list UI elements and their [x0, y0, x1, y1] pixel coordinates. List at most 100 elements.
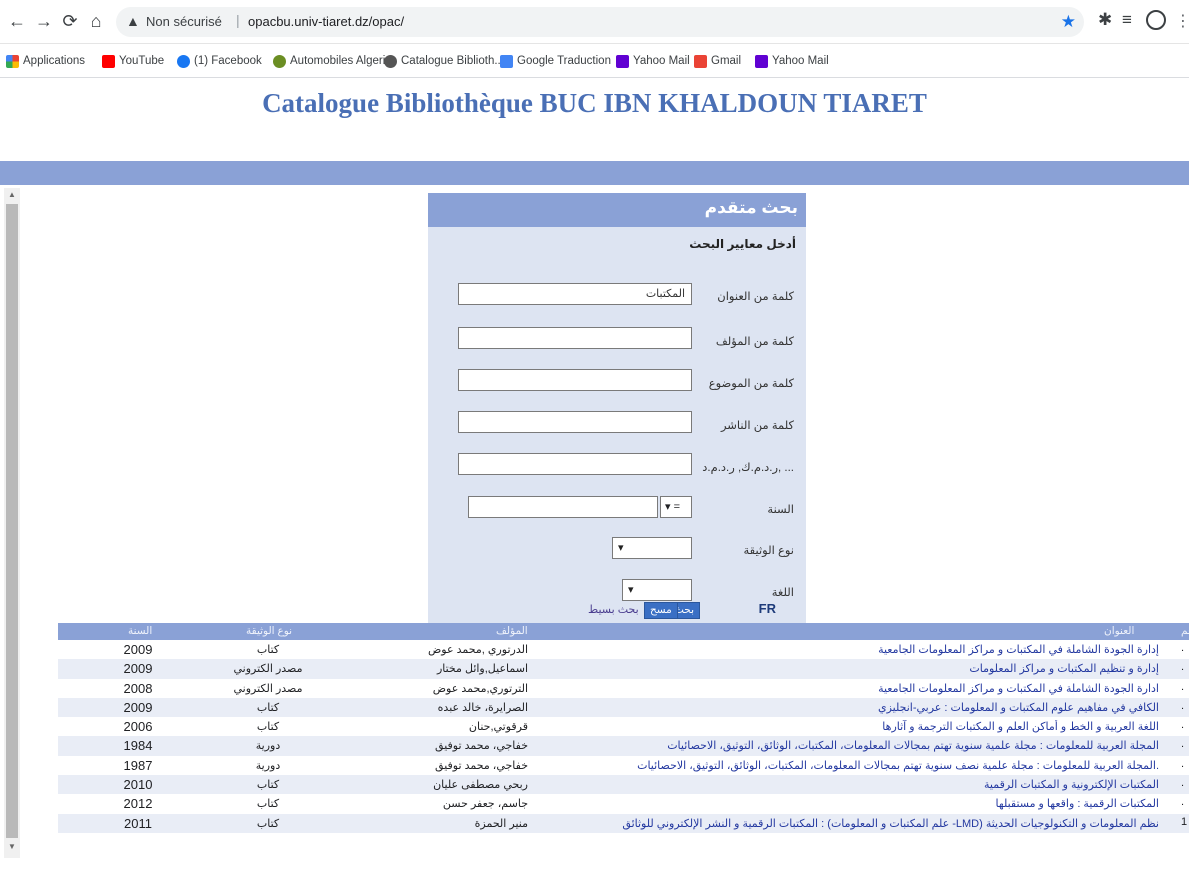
cell-title[interactable]: ادارة الجودة الشاملة في المكتبات و مراكز… [519, 682, 1159, 695]
bookmark-automobiles[interactable]: Automobiles Algerie [273, 53, 392, 69]
cell-title[interactable]: إدارة و تنظيم المكتبات و مراكز المعلومات [519, 662, 1159, 675]
chevron-down-icon: ▾ [665, 501, 671, 513]
url-text[interactable]: opacbu.univ-tiaret.dz/opac/ [248, 14, 404, 29]
cell-title[interactable]: المكتبات الرقمية و النشر الإلكتروني للوث… [519, 817, 1159, 830]
cell-author[interactable]: ربحي مصطفى عليان [348, 778, 528, 791]
vertical-scrollbar[interactable]: ▲ ▼ [4, 188, 20, 858]
cell-author[interactable]: اسماعيل,وائل مختار [348, 662, 528, 675]
bookmark-label: Automobiles Algerie [290, 55, 392, 67]
cell-title[interactable]: إدارة الجودة الشاملة في المكتبات و مراكز… [519, 643, 1159, 656]
table-row[interactable]: 1984 دورية خفاجي، محمد توفيق المجلة العر… [58, 736, 1189, 756]
cell-author[interactable]: الصرايرة، خالد عبده [348, 701, 528, 714]
bookmark-yahoo-mail[interactable]: Yahoo Mail [616, 53, 690, 69]
language-label: اللغة [771, 587, 794, 599]
cell-title[interactable]: المكتبات الرقمية : واقعها و مستقبلها [519, 797, 1159, 810]
col-num: قم [1181, 625, 1189, 637]
year-input[interactable] [468, 496, 658, 518]
col-year[interactable]: السنة [128, 625, 152, 637]
table-row[interactable]: 2009 مصدر الكتروني اسماعيل,وائل مختار إد… [58, 659, 1189, 679]
forward-icon[interactable]: → [33, 10, 55, 32]
bookmark-yahoo-mail-2[interactable]: Yahoo Mail [755, 53, 829, 69]
language-fr-link[interactable]: FR [759, 601, 776, 616]
scroll-up-icon[interactable]: ▲ [8, 190, 16, 199]
subject-input[interactable] [458, 369, 692, 391]
warning-icon[interactable]: ▲ [126, 13, 140, 29]
simple-search-link[interactable]: بحث بسيط [588, 603, 639, 616]
bookmark-youtube[interactable]: YouTube [102, 53, 164, 69]
security-label[interactable]: Non sécurisé [146, 14, 222, 29]
author-input[interactable] [458, 327, 692, 349]
scroll-down-icon[interactable]: ▼ [8, 842, 16, 851]
cell-year: 2009 [123, 642, 153, 657]
bookmark-gmail[interactable]: Gmail [694, 53, 741, 69]
cell-author[interactable]: خفاجي، محمد توفيق [348, 759, 528, 772]
cell-type: مصدر الكتروني [233, 682, 303, 695]
bookmark-label: (1) Facebook [194, 55, 262, 67]
author-label: كلمة من المؤلف [715, 336, 794, 348]
chevron-down-icon: ▾ [628, 584, 634, 596]
extensions-icon[interactable]: ✱ [1098, 10, 1112, 30]
cell-title[interactable]: المجلة العربية للمعلومات : مجلة علمية نص… [519, 759, 1159, 772]
bookmark-catalogue[interactable]: Catalogue Biblioth... [384, 53, 504, 69]
cell-title[interactable]: الكافي في مفاهيم علوم المكتبات و المعلوم… [519, 701, 1159, 714]
bookmark-label: Yahoo Mail [633, 55, 690, 67]
table-row[interactable]: 2009 كتاب الصرايرة، خالد عبده الكافي في … [58, 697, 1189, 718]
menu-kebab-icon[interactable]: ⋮ [1175, 11, 1189, 31]
publisher-input[interactable] [458, 411, 692, 433]
yahoo-mail-icon [755, 54, 768, 68]
cell-title[interactable]: المجلة العربية للمعلومات : مجلة علمية سن… [519, 739, 1159, 752]
scrollbar-thumb[interactable] [6, 204, 18, 838]
browser-toolbar: ← → ⟳ ⌂ ▲ Non sécurisé | opacbu.univ-tia… [0, 0, 1189, 44]
header-band [0, 161, 1189, 185]
cell-title[interactable]: المكتبات الإلكترونية و المكتبات الرقمية [519, 778, 1159, 791]
yahoo-mail-icon [616, 54, 629, 68]
bookmark-facebook[interactable]: (1) Facebook [177, 53, 262, 69]
language-select[interactable]: ▾ [622, 579, 692, 601]
table-row[interactable]: 2012 كتاب جاسم، جعفر حسن المكتبات الرقمي… [58, 794, 1189, 813]
clear-button[interactable]: مسح [644, 602, 678, 619]
table-row[interactable]: 2010 كتاب ربحي مصطفى عليان المكتبات الإل… [58, 775, 1189, 795]
title-input[interactable]: المكتبات [458, 283, 692, 305]
cell-type: كتاب [256, 817, 280, 830]
year-label: السنة [767, 504, 794, 516]
cell-num: . [1181, 719, 1185, 732]
back-icon[interactable]: ← [6, 10, 28, 32]
cell-author[interactable]: جاسم، جعفر حسن [348, 797, 528, 810]
cell-type: كتاب [256, 721, 280, 734]
doctype-select[interactable]: ▾ [612, 537, 692, 559]
isbn-input[interactable] [458, 453, 692, 475]
bookmark-google-translate[interactable]: Google Traduction [500, 53, 611, 69]
reading-list-icon[interactable]: ≡ [1122, 10, 1132, 30]
bookmark-star-icon[interactable]: ★ [1061, 12, 1076, 32]
cell-year: 2009 [123, 661, 153, 677]
cell-author[interactable]: قرقوتي,حنان [348, 720, 528, 733]
bookmark-label: YouTube [119, 55, 165, 67]
cell-author[interactable]: خفاجي، محمد توفيق [348, 739, 528, 752]
bookmark-applications[interactable]: Applications [6, 53, 85, 69]
table-row[interactable]: 2006 كتاب قرقوتي,حنان اللغة العربية و ال… [58, 717, 1189, 736]
url-separator: | [236, 12, 240, 28]
cell-year: 2008 [123, 680, 153, 696]
cell-num: . [1181, 680, 1185, 693]
profile-avatar-icon[interactable] [1146, 10, 1166, 30]
address-bar[interactable]: ▲ Non sécurisé | opacbu.univ-tiaret.dz/o… [116, 7, 1084, 37]
title-label: كلمة من العنوان [717, 291, 794, 303]
cell-author[interactable]: منير الحمزة [348, 817, 528, 830]
table-row[interactable]: 2009 كتاب الدرتوري ,محمد عوض إدارة الجود… [58, 640, 1189, 659]
col-author[interactable]: المؤلف [496, 625, 528, 637]
cell-title[interactable]: اللغة العربية و الخط و أماكن العلم و الم… [519, 720, 1159, 733]
table-row[interactable]: 2011 كتاب منير الحمزة المكتبات الرقمية و… [58, 813, 1189, 833]
home-icon[interactable]: ⌂ [85, 10, 107, 32]
cell-author[interactable]: الدرتوري ,محمد عوض [348, 643, 528, 656]
panel-subheading: أدخل معايير البحث [689, 237, 796, 251]
cell-type: كتاب [256, 779, 280, 792]
year-operator-select[interactable]: ▾ = [660, 496, 692, 518]
col-type[interactable]: نوع الوثيقة [246, 625, 292, 637]
table-row[interactable]: 2008 مصدر الكتروني الترتوري,محمد عوض ادا… [58, 679, 1189, 698]
gmail-icon [694, 54, 707, 68]
table-row[interactable]: 1987 دورية خفاجي، محمد توفيق المجلة العر… [58, 756, 1189, 775]
reload-icon[interactable]: ⟳ [59, 10, 81, 32]
cell-author[interactable]: الترتوري,محمد عوض [348, 682, 528, 695]
cell-num: . [1181, 661, 1185, 674]
col-title[interactable]: العنوان [1104, 625, 1134, 637]
